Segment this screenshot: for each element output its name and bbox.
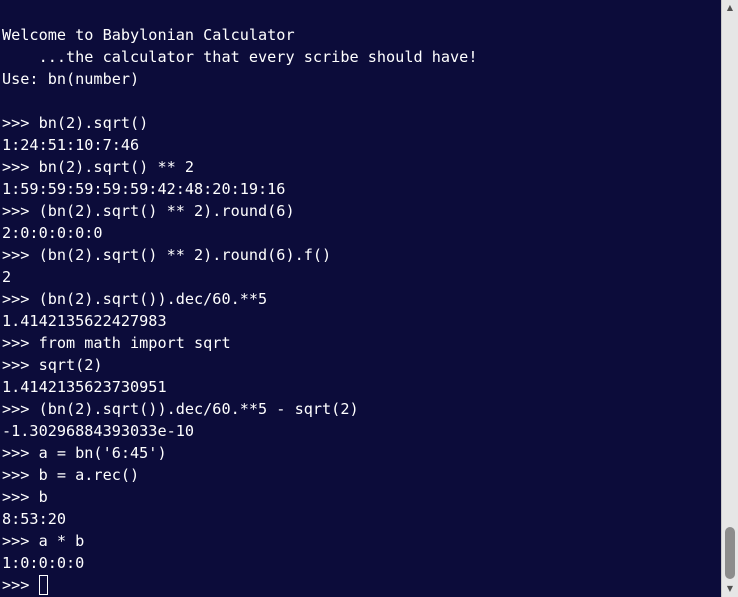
terminal-line: >>> (bn(2).sqrt()).dec/60.**5 - sqrt(2) <box>2 400 359 418</box>
terminal-line: -1.30296884393033e-10 <box>2 422 195 440</box>
arrow-up-icon[interactable]: ▲ <box>722 0 738 16</box>
vertical-scrollbar[interactable]: ▲ ▼ <box>721 0 738 597</box>
terminal-line: 8:53:20 <box>2 510 67 528</box>
terminal-window[interactable]: Welcome to Babylonian Calculator ...the … <box>0 0 738 597</box>
terminal-line: 2:0:0:0:0:0 <box>2 224 103 242</box>
terminal-line: >>> bn(2).sqrt() <box>2 114 149 132</box>
terminal-line: >>> sqrt(2) <box>2 356 103 374</box>
text-cursor[interactable] <box>38 575 48 595</box>
terminal-line: >>> a * b <box>2 532 85 550</box>
terminal-line: 2 <box>2 268 12 286</box>
terminal-line: 1:59:59:59:59:59:42:48:20:19:16 <box>2 180 286 198</box>
scrollbar-thumb[interactable] <box>725 527 735 579</box>
terminal-line: >>> (bn(2).sqrt() ** 2).round(6) <box>2 202 295 220</box>
terminal-line: ...the calculator that every scribe shou… <box>2 48 478 66</box>
terminal-line: >>> (bn(2).sqrt() ** 2).round(6).f() <box>2 246 332 264</box>
terminal-line: 1.4142135623730951 <box>2 378 167 396</box>
terminal-line: >>> a = bn('6:45') <box>2 444 167 462</box>
terminal-line: 1:24:51:10:7:46 <box>2 136 140 154</box>
terminal-line: >>> from math import sqrt <box>2 334 231 352</box>
input-line[interactable]: >>> <box>2 574 720 596</box>
terminal-line: Use: bn(number) <box>2 70 140 88</box>
terminal-line: Welcome to Babylonian Calculator <box>2 26 295 44</box>
arrow-down-icon[interactable]: ▼ <box>722 581 738 597</box>
terminal-line: 1:0:0:0:0 <box>2 554 85 572</box>
prompt: >>> <box>2 576 39 594</box>
terminal-line: 1.4142135622427983 <box>2 312 167 330</box>
terminal-line: >>> b <box>2 488 48 506</box>
terminal-line: >>> (bn(2).sqrt()).dec/60.**5 <box>2 290 268 308</box>
terminal-line: >>> bn(2).sqrt() ** 2 <box>2 158 195 176</box>
terminal-output: Welcome to Babylonian Calculator ...the … <box>2 24 720 596</box>
terminal-line: >>> b = a.rec() <box>2 466 140 484</box>
